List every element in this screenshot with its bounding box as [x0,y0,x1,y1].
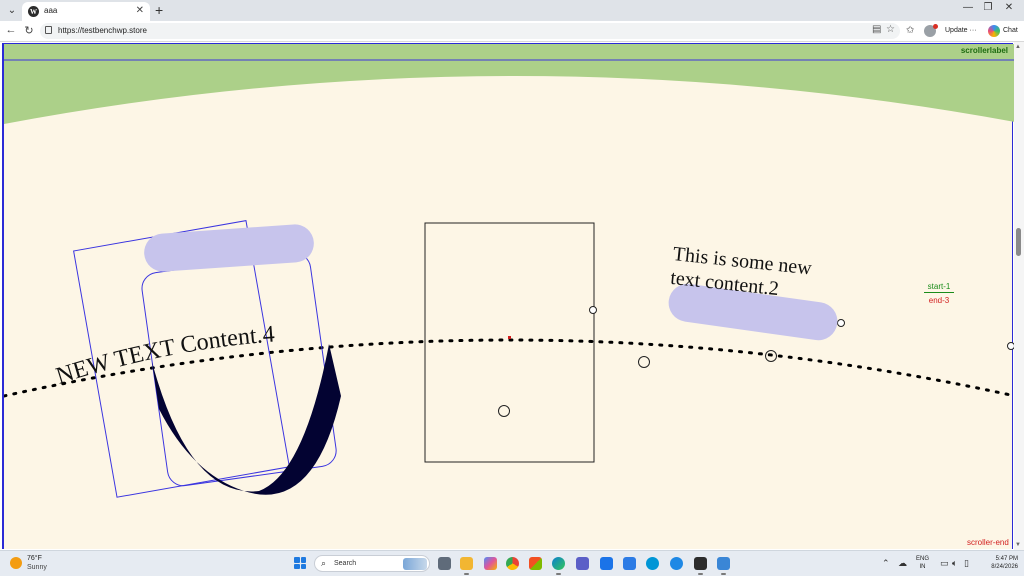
navy-swoosh-shape [152,344,341,495]
center-rect-handle[interactable] [589,306,597,314]
wordpress-icon: W [28,6,39,17]
edge-icon[interactable] [552,557,565,570]
favorites-icon[interactable]: ✩ [906,25,914,36]
media-player-icon[interactable] [576,557,589,570]
mail-icon[interactable] [600,557,613,570]
red-marker-dot [508,336,511,339]
lavender-pill-left [144,224,314,272]
more-icon[interactable]: ··· [970,27,977,34]
scroller-label-text: scrollerlabel [960,46,1008,55]
close-window-button[interactable]: ✕ [999,2,1019,13]
scrollbar-thumb[interactable] [1016,228,1021,256]
cloud-icon[interactable]: ☁ [898,558,907,569]
system-clock[interactable]: 5:47 PM 8/24/2026 [984,555,1018,571]
windows-start-icon[interactable] [294,557,306,569]
browser-tab[interactable]: W aaa ✕ [22,2,150,21]
marker-end-label: end-3 [928,296,950,305]
notification-dot-icon [933,24,938,29]
taskbar-search[interactable]: ⌕ Search [314,555,430,572]
scroller-end-label: scroller-end [967,538,1009,547]
tab-title: aaa [44,6,58,15]
address-bar[interactable]: https://testbenchwp.store ▤ ☆ [40,23,900,39]
minimize-button[interactable]: — [958,2,978,13]
scroll-down-icon[interactable]: ▼ [1015,542,1021,548]
store-bag-icon[interactable] [623,557,636,570]
new-tab-button[interactable]: + [155,2,163,18]
reload-button[interactable]: ↻ [22,24,36,37]
reader-mode-icon[interactable]: ▤ [872,24,881,35]
favorite-star-icon[interactable]: ☆ [886,24,895,35]
tab-close-icon[interactable]: ✕ [136,5,144,16]
copilot-icon[interactable] [484,557,497,570]
back-button[interactable]: ← [4,24,18,36]
help-icon[interactable] [670,557,683,570]
arc-circle-3 [837,319,845,327]
region-code: IN [919,564,926,570]
update-button[interactable]: Update ··· [945,27,977,34]
display-icon[interactable]: ▭ [940,558,949,569]
weather-temperature[interactable]: 76°F [27,555,42,562]
update-label: Update [945,27,968,34]
tab-menu-chevron-icon[interactable]: ⌄ [4,3,20,18]
microsoft-store-grid-icon[interactable] [529,557,542,570]
chrome-icon[interactable] [506,557,519,570]
scene-svg: NEW TEXT Content.4 This is some new text… [4,44,1015,498]
weather-description[interactable]: Sunny [27,564,47,571]
notepad-icon[interactable] [717,557,730,570]
task-view-icon[interactable] [438,557,451,570]
tray-chevron-up-icon[interactable]: ⌃ [882,558,890,569]
running-indicator [721,573,726,575]
copilot-chat-icon[interactable] [988,25,1000,37]
volume-icon[interactable]: 🔈︎ [952,558,957,569]
chat-button-label[interactable]: Chat [1003,27,1018,34]
tab-strip: ⌄ W aaa ✕ + — ❐ ✕ [0,0,1024,21]
lock-icon [45,26,52,34]
restore-button[interactable]: ❐ [978,2,998,13]
center-circle-small [498,405,510,417]
browser-toolbar: ← ↻ https://testbenchwp.store ▤ ☆ ✩ Upda… [0,21,1024,42]
vertical-scrollbar[interactable]: ▲ ▼ [1014,42,1024,550]
marker-start-label: start-1 [924,282,954,293]
search-placeholder: Search [334,560,357,567]
running-indicator [464,573,469,575]
center-outline-rect [424,222,595,463]
search-highlight-image [403,558,427,570]
terminal-icon[interactable] [694,557,707,570]
search-icon: ⌕ [321,558,327,568]
language-code: ENG [916,556,930,562]
hp-icon[interactable] [646,557,659,570]
sun-icon[interactable] [10,557,22,569]
page-viewport: NEW TEXT Content.4 This is some new text… [0,42,1024,550]
running-indicator [698,573,703,575]
green-header-band [4,44,1015,124]
scroll-up-icon[interactable]: ▲ [1015,44,1021,50]
file-explorer-icon[interactable] [460,557,473,570]
scroller-container[interactable]: NEW TEXT Content.4 This is some new text… [2,43,1015,549]
clock-date: 8/24/2026 [991,564,1018,570]
battery-icon[interactable]: ▯ [964,558,969,569]
url-text: https://testbenchwp.store [58,26,147,35]
taskbar: 76°F Sunny ⌕ Search ⌃ ☁ ENG IN ▭ 🔈︎ ▯ 5:4… [0,550,1024,576]
language-indicator[interactable]: ENG IN [916,555,929,571]
arc-circle-1 [638,356,650,368]
running-indicator [556,573,561,575]
clock-time: 5:47 PM [995,556,1018,562]
